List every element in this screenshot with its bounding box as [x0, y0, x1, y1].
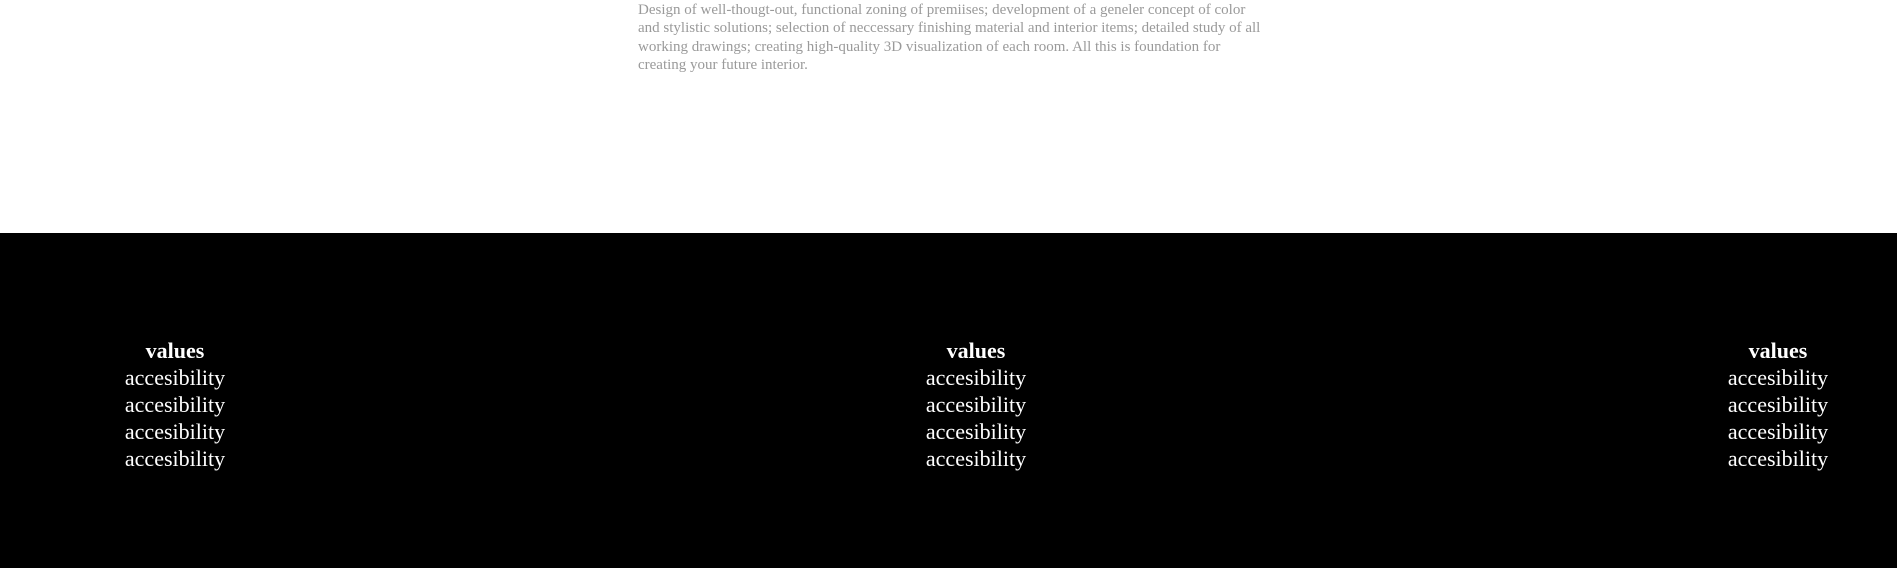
footer-column-heading: values: [145, 338, 205, 363]
footer-column-1: values accesibility accesibility accesib…: [85, 337, 265, 472]
footer-link[interactable]: accesibility: [1688, 418, 1868, 445]
footer-link[interactable]: accesibility: [1688, 445, 1868, 472]
footer-link[interactable]: accesibility: [886, 364, 1066, 391]
service-description: Design of well-thougt-out, functional zo…: [638, 2, 1261, 73]
page: Design of well-thougt-out, functional zo…: [0, 0, 1897, 568]
footer-link[interactable]: accesibility: [886, 418, 1066, 445]
footer-link[interactable]: accesibility: [85, 418, 265, 445]
footer-column-heading: values: [946, 338, 1006, 363]
footer-link[interactable]: accesibility: [886, 445, 1066, 472]
footer-link[interactable]: accesibility: [85, 445, 265, 472]
footer-column-heading: values: [1748, 338, 1808, 363]
footer-column-2: values accesibility accesibility accesib…: [886, 337, 1066, 472]
footer: values accesibility accesibility accesib…: [0, 233, 1897, 568]
footer-column-3: values accesibility accesibility accesib…: [1688, 337, 1868, 472]
footer-link[interactable]: accesibility: [85, 364, 265, 391]
footer-link[interactable]: accesibility: [886, 391, 1066, 418]
intro-section: Design of well-thougt-out, functional zo…: [0, 0, 1897, 233]
footer-link[interactable]: accesibility: [1688, 391, 1868, 418]
footer-link[interactable]: accesibility: [85, 391, 265, 418]
footer-link[interactable]: accesibility: [1688, 364, 1868, 391]
